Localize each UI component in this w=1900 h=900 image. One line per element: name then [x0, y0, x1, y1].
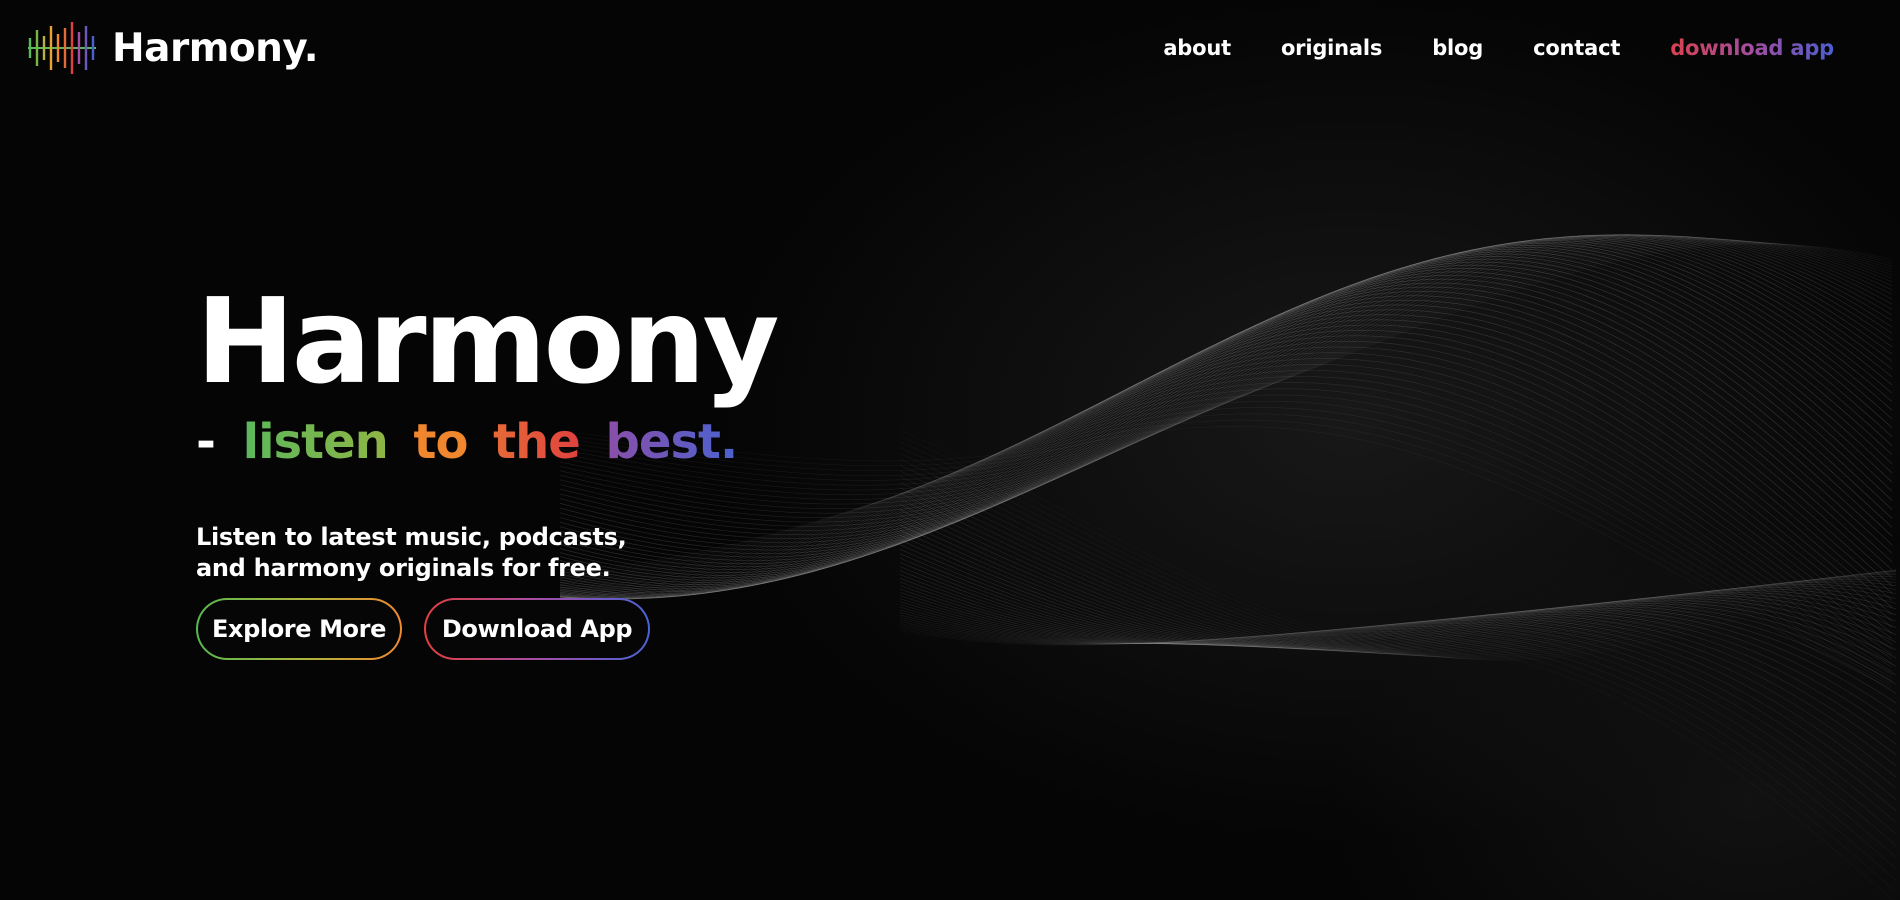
hero-section: Harmony - listen to the best. — [196, 272, 780, 466]
sound-wave-logo-icon — [28, 22, 96, 74]
main-nav: about originals blog contact download ap… — [1163, 36, 1834, 60]
tagline-dash: - — [196, 414, 216, 470]
nav-link-about[interactable]: about — [1163, 36, 1231, 60]
hero-title: Harmony — [196, 272, 780, 410]
top-navigation-bar: Harmony. about originals blog contact do… — [0, 0, 1900, 100]
hero-tagline: - listen to the best. — [196, 418, 777, 466]
nav-link-contact[interactable]: contact — [1533, 36, 1620, 60]
download-app-button[interactable]: Download App — [424, 598, 650, 660]
hero-buttons: Explore More Download App — [196, 598, 650, 660]
nav-link-originals[interactable]: originals — [1281, 36, 1382, 60]
explore-more-label: Explore More — [198, 600, 400, 658]
hero-description: Listen to latest music, podcasts, and ha… — [196, 523, 627, 582]
nav-link-blog[interactable]: blog — [1432, 36, 1483, 60]
tagline-word-listen: listen — [242, 414, 389, 470]
brand-name: Harmony. — [112, 25, 319, 71]
tagline-word-to: to — [413, 414, 469, 470]
nav-link-download-app[interactable]: download app — [1670, 36, 1834, 60]
brand-logo[interactable]: Harmony. — [26, 22, 319, 74]
tagline-word-the: the — [493, 414, 581, 470]
download-app-label: Download App — [426, 600, 648, 658]
tagline-word-best: best. — [605, 414, 739, 470]
explore-more-button[interactable]: Explore More — [196, 598, 402, 660]
